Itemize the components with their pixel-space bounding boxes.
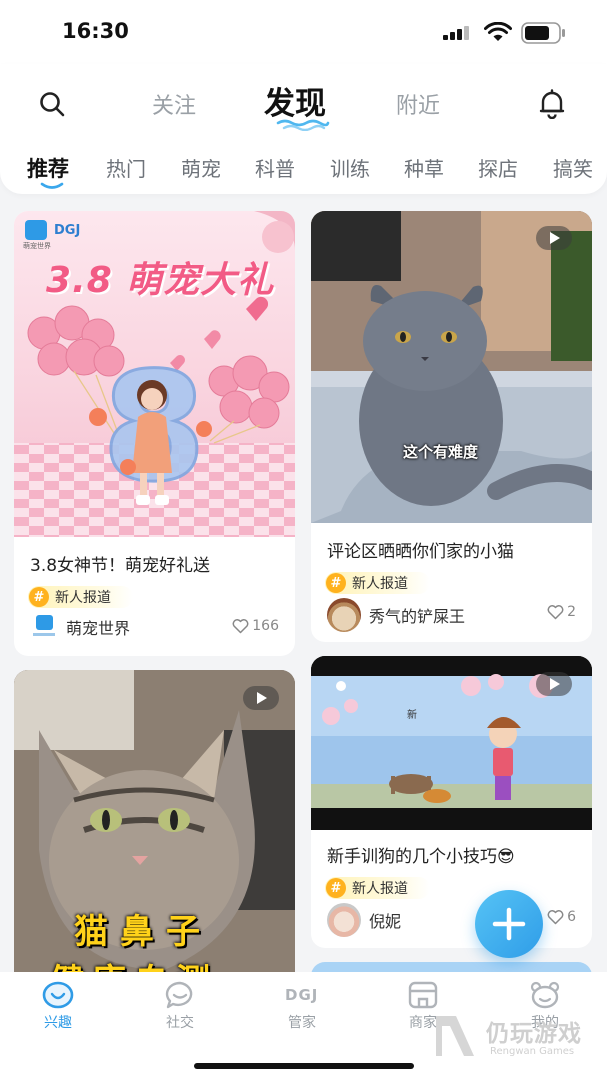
play-icon xyxy=(257,692,267,704)
interest-icon[interactable] xyxy=(41,980,75,1010)
plus-icon xyxy=(492,907,526,941)
nav-interest[interactable]: 兴趣 xyxy=(18,1012,98,1032)
heart-icon xyxy=(232,618,249,633)
nav-social[interactable]: 社交 xyxy=(140,1012,220,1032)
chat-icon[interactable] xyxy=(164,980,196,1010)
card-author[interactable]: 萌宠世界 xyxy=(30,613,130,641)
shop-icon[interactable] xyxy=(407,980,439,1010)
brand-logo-icon xyxy=(25,220,47,240)
watermark-logo-icon xyxy=(436,1016,474,1056)
dgj-icon[interactable]: DGJ xyxy=(285,986,318,1004)
video-indicator xyxy=(536,226,572,250)
author-name: 倪妮 xyxy=(369,912,402,931)
card-cover-image: 猫鼻子 健康自测 xyxy=(14,670,295,990)
cover-caption: 这个有难度 xyxy=(403,443,479,461)
profile-icon[interactable] xyxy=(529,980,561,1010)
card-title: 3.8女神节！萌宠好礼送 xyxy=(30,556,211,576)
watermark-subtext: Rengwan Games xyxy=(490,1046,575,1057)
tag-label: 新人报道 xyxy=(352,881,408,897)
hashtag-icon: # xyxy=(326,573,346,593)
video-indicator xyxy=(243,686,279,710)
play-icon xyxy=(550,232,560,244)
feed-card[interactable]: 猫鼻子 健康自测 xyxy=(14,670,295,990)
card-author[interactable]: 倪妮 xyxy=(327,903,401,937)
card-cover-image: 新 xyxy=(311,656,592,830)
battery-icon xyxy=(521,22,565,44)
signal-icon xyxy=(443,26,469,40)
status-bar: 16:30 xyxy=(0,0,607,64)
like-button[interactable]: 2 xyxy=(547,604,576,620)
cat-photo xyxy=(311,211,592,523)
active-tab-wave-indicator xyxy=(276,119,330,131)
bell-icon[interactable] xyxy=(539,89,565,119)
category-science[interactable]: 科普 xyxy=(255,153,295,182)
category-pets[interactable]: 萌宠 xyxy=(181,153,221,182)
heart-icon xyxy=(547,909,564,924)
create-post-button[interactable] xyxy=(475,890,543,958)
home-indicator xyxy=(194,1063,414,1069)
tag-badge[interactable]: # 新人报道 xyxy=(325,572,430,594)
play-icon xyxy=(550,678,560,690)
avatar xyxy=(30,613,58,641)
tag-badge[interactable]: # 新人报道 xyxy=(28,586,133,608)
tab-nearby[interactable]: 附近 xyxy=(396,88,440,120)
card-cover-image: 8 萌宠世界 DGJ 3.8 萌宠大礼 xyxy=(14,211,295,537)
category-training[interactable]: 训练 xyxy=(330,153,370,182)
cover-caption: 猫鼻子 xyxy=(74,912,212,952)
feed-card[interactable]: 8 萌宠世界 DGJ 3.8 萌宠大礼 3.8女神节！萌宠好礼送 # 新人报道 … xyxy=(14,211,295,656)
like-button[interactable]: 6 xyxy=(547,909,576,925)
like-count: 2 xyxy=(567,604,576,620)
hashtag-icon: # xyxy=(29,587,49,607)
card-title: 评论区晒晒你们家的小猫 xyxy=(327,542,514,562)
category-hot[interactable]: 热门 xyxy=(106,153,146,182)
promo-heading: 3.8 萌宠大礼 xyxy=(46,260,275,301)
card-cover-image: 这个有难度 xyxy=(311,211,592,523)
avatar xyxy=(327,598,361,632)
tab-follow[interactable]: 关注 xyxy=(152,88,196,120)
hashtag-icon: # xyxy=(326,878,346,898)
category-recommend[interactable]: 推荐 xyxy=(27,153,69,183)
feed-card[interactable]: 新 新手训狗的几个小技巧😎 # 新人报道 倪妮 6 xyxy=(311,656,592,948)
video-indicator xyxy=(536,672,572,696)
tag-label: 新人报道 xyxy=(352,576,408,592)
tag-badge[interactable]: # 新人报道 xyxy=(325,877,430,899)
like-button[interactable]: 166 xyxy=(232,618,279,634)
wifi-icon xyxy=(484,22,512,41)
category-store-visit[interactable]: 探店 xyxy=(478,153,518,182)
nav-butler[interactable]: 管家 xyxy=(262,1012,342,1032)
brand-logo-caption: 萌宠世界 xyxy=(23,242,51,250)
watermark-text: 仍玩游戏 xyxy=(486,1021,582,1047)
heart-icon xyxy=(547,604,564,619)
category-funny[interactable]: 搞笑 xyxy=(553,153,593,182)
like-count: 6 xyxy=(567,909,576,925)
avatar xyxy=(327,903,361,937)
author-name: 秀气的铲屎王 xyxy=(369,607,466,626)
tab-discover[interactable]: 发现 xyxy=(264,78,326,123)
status-time: 16:30 xyxy=(62,19,129,43)
card-author[interactable]: 秀气的铲屎王 xyxy=(327,598,465,632)
category-recommend-goods[interactable]: 种草 xyxy=(404,153,444,182)
card-title: 新手训狗的几个小技巧😎 xyxy=(327,847,515,867)
author-name: 萌宠世界 xyxy=(66,619,131,638)
like-count: 166 xyxy=(252,618,279,634)
tag-label: 新人报道 xyxy=(55,590,111,606)
brand-dgj-logo: DGJ xyxy=(54,223,81,238)
category-active-indicator xyxy=(40,182,64,189)
search-icon[interactable] xyxy=(38,90,66,118)
feed-card[interactable]: 这个有难度 评论区晒晒你们家的小猫 # 新人报道 秀气的铲屎王 2 xyxy=(311,211,592,642)
cover-small-text: 新 xyxy=(407,710,417,721)
